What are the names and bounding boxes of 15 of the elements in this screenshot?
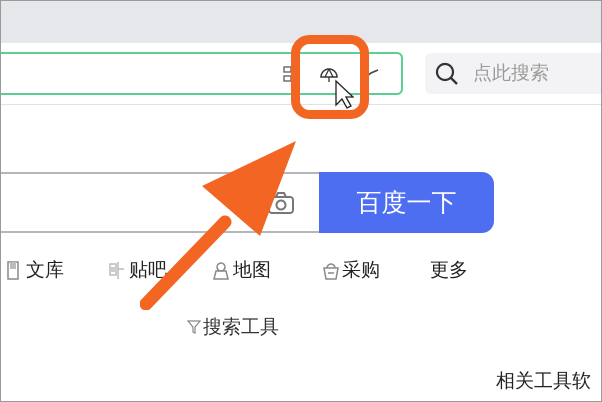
nav-link[interactable]: 文库 — [6, 256, 64, 284]
search-button[interactable]: 百度一下 — [319, 172, 494, 233]
map-pin-icon — [213, 260, 230, 280]
apps-icon[interactable] — [283, 66, 293, 82]
cursor-icon — [334, 79, 354, 109]
search-field[interactable]: 点此搜索 — [425, 53, 601, 94]
search-tools-link[interactable]: 搜索工具 — [203, 313, 279, 342]
nav-link[interactable]: 更多 — [430, 256, 468, 284]
basket-icon — [322, 260, 339, 280]
filter-icon[interactable] — [187, 320, 201, 334]
nav-link[interactable]: 采购 — [322, 256, 380, 284]
nav-link[interactable]: 地图 — [213, 256, 271, 284]
search-icon — [435, 62, 459, 86]
related-text: 相关工具软 — [496, 369, 591, 394]
search-input[interactable]: 点此搜索 — [471, 58, 601, 89]
